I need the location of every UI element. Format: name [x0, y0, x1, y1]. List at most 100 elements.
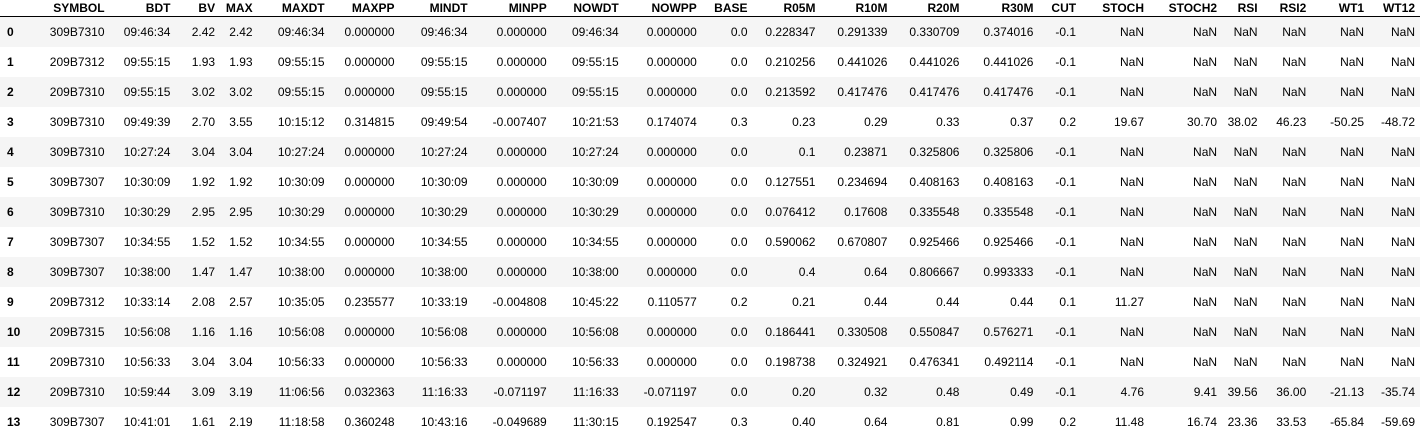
cell-max: 2.19	[229, 414, 253, 429]
cell-r30m: 0.441026	[983, 54, 1034, 69]
cell-maxpp: 0.032363	[344, 384, 395, 399]
cell-r10m: 0.234694	[837, 174, 888, 189]
cell-nowpp: 0.000000	[646, 264, 697, 279]
cell-max: 3.02	[229, 84, 253, 99]
cell-nowpp: 0.000000	[646, 234, 697, 249]
cell-minpp: -0.071197	[493, 384, 547, 399]
cell-max: 1.92	[229, 174, 253, 189]
cell-wt12: -35.74	[1380, 384, 1415, 399]
cell-rsi: 39.56	[1227, 384, 1258, 399]
cell-stoch: 4.76	[1120, 384, 1145, 399]
cell-rsi: 38.02	[1227, 114, 1258, 129]
cell-max: 3.19	[229, 384, 253, 399]
cell-maxpp: 0.000000	[344, 24, 395, 39]
cell-base: 0.0	[730, 234, 748, 249]
cell-nowdt: 10:27:24	[571, 144, 619, 159]
cell-r05m: 0.590062	[765, 234, 816, 249]
cell-bv: 3.04	[191, 354, 216, 369]
cell-r05m: 0.210256	[765, 54, 816, 69]
cell-maxpp: 0.000000	[344, 54, 395, 69]
cell-stoch2: NaN	[1193, 234, 1218, 249]
cell-stoch2: NaN	[1193, 24, 1218, 39]
cell-stoch2: 30.70	[1187, 114, 1218, 129]
cell-wt12: -48.72	[1380, 114, 1415, 129]
cell-base: 0.0	[730, 174, 748, 189]
cell-wt1: NaN	[1340, 354, 1365, 369]
cell-mindt: 11:16:33	[421, 384, 468, 399]
cell-r10m: 0.670807	[837, 234, 888, 249]
cell-minpp: 0.000000	[496, 264, 547, 279]
cell-maxpp: 0.000000	[344, 324, 395, 339]
cell-r05m: 0.20	[792, 384, 816, 399]
cell-bv: 3.02	[191, 84, 216, 99]
cell-symbol: 309B7307	[49, 264, 105, 279]
cell-wt1: NaN	[1340, 324, 1365, 339]
cell-stoch: 11.27	[1114, 294, 1145, 309]
cell-base: 0.0	[730, 324, 748, 339]
cell-r20m: 0.33	[936, 114, 960, 129]
cell-rsi2: NaN	[1282, 54, 1307, 69]
cell-base: 0.0	[730, 264, 748, 279]
row-index: 11	[7, 354, 20, 369]
cell-maxpp: 0.000000	[344, 174, 395, 189]
cell-nowpp: 0.000000	[646, 174, 697, 189]
cell-r30m: 0.993333	[983, 264, 1034, 279]
cell-mindt: 10:56:33	[420, 354, 468, 369]
cell-r30m: 0.576271	[983, 324, 1034, 339]
cell-nowpp: -0.071197	[643, 384, 697, 399]
cell-wt12: NaN	[1390, 234, 1415, 249]
row-index: 4	[7, 144, 14, 159]
cell-base: 0.3	[730, 114, 748, 129]
cell-cut: -0.1	[1055, 264, 1077, 279]
cell-rsi: NaN	[1233, 204, 1258, 219]
column-header-nowdt: NOWDT	[573, 1, 619, 15]
cell-maxpp: 0.235577	[344, 294, 395, 309]
cell-bdt: 09:46:34	[123, 24, 171, 39]
cell-symbol: 309B7310	[49, 144, 105, 159]
cell-bdt: 09:55:15	[123, 54, 171, 69]
cell-stoch2: NaN	[1193, 264, 1218, 279]
cell-minpp: 0.000000	[496, 204, 547, 219]
cell-nowdt: 10:45:22	[571, 294, 619, 309]
cell-maxpp: 0.000000	[344, 264, 395, 279]
cell-rsi2: NaN	[1282, 294, 1307, 309]
cell-rsi: NaN	[1233, 174, 1258, 189]
cell-nowdt: 11:30:15	[572, 414, 619, 429]
cell-rsi2: NaN	[1282, 24, 1307, 39]
cell-r20m: 0.330709	[909, 24, 960, 39]
row-index: 1	[7, 54, 14, 69]
cell-rsi2: NaN	[1282, 204, 1307, 219]
cell-wt1: NaN	[1340, 204, 1365, 219]
cell-wt12: NaN	[1390, 174, 1415, 189]
cell-r30m: 0.37	[1010, 114, 1034, 129]
cell-wt1: NaN	[1340, 84, 1365, 99]
cell-r20m: 0.806667	[909, 264, 960, 279]
cell-stoch: NaN	[1120, 234, 1145, 249]
cell-stoch2: NaN	[1193, 204, 1218, 219]
table-row: 7 309B7307 10:34:55 1.52 1.52 10:34:55 0.00000…	[0, 226, 1420, 257]
cell-r20m: 0.550847	[909, 324, 960, 339]
cell-bv: 1.93	[191, 54, 216, 69]
cell-nowdt: 10:56:08	[571, 324, 619, 339]
row-index: 10	[7, 324, 21, 339]
table-row: 8 309B7307 10:38:00 1.47 1.47 10:38:00 0.00000…	[0, 256, 1420, 287]
cell-maxdt: 10:27:24	[277, 144, 325, 159]
cell-minpp: 0.000000	[496, 234, 547, 249]
table-row: 5 309B7307 10:30:09 1.92 1.92 10:30:09 0.00000…	[0, 166, 1420, 197]
cell-stoch2: NaN	[1193, 354, 1218, 369]
cell-r05m: 0.213592	[765, 84, 816, 99]
cell-base: 0.0	[730, 384, 748, 399]
column-header-wt1: WT1	[1338, 1, 1365, 15]
cell-bdt: 10:59:44	[123, 384, 171, 399]
cell-r05m: 0.198738	[765, 354, 816, 369]
cell-r05m: 0.40	[792, 414, 816, 429]
cell-max: 3.55	[229, 114, 253, 129]
table-row: 1 209B7312 09:55:15 1.93 1.93 09:55:15 0.00000…	[0, 46, 1420, 77]
table-row: 12 209B7310 10:59:44 3.09 3.19 11:06:56 0.0323…	[0, 376, 1420, 407]
cell-r20m: 0.335548	[909, 204, 960, 219]
table-row: 2 209B7310 09:55:15 3.02 3.02 09:55:15 0.00000…	[0, 76, 1420, 107]
cell-stoch: NaN	[1120, 24, 1145, 39]
cell-wt12: -59.69	[1380, 414, 1415, 429]
cell-r30m: 0.325806	[983, 144, 1034, 159]
cell-stoch2: NaN	[1193, 324, 1218, 339]
